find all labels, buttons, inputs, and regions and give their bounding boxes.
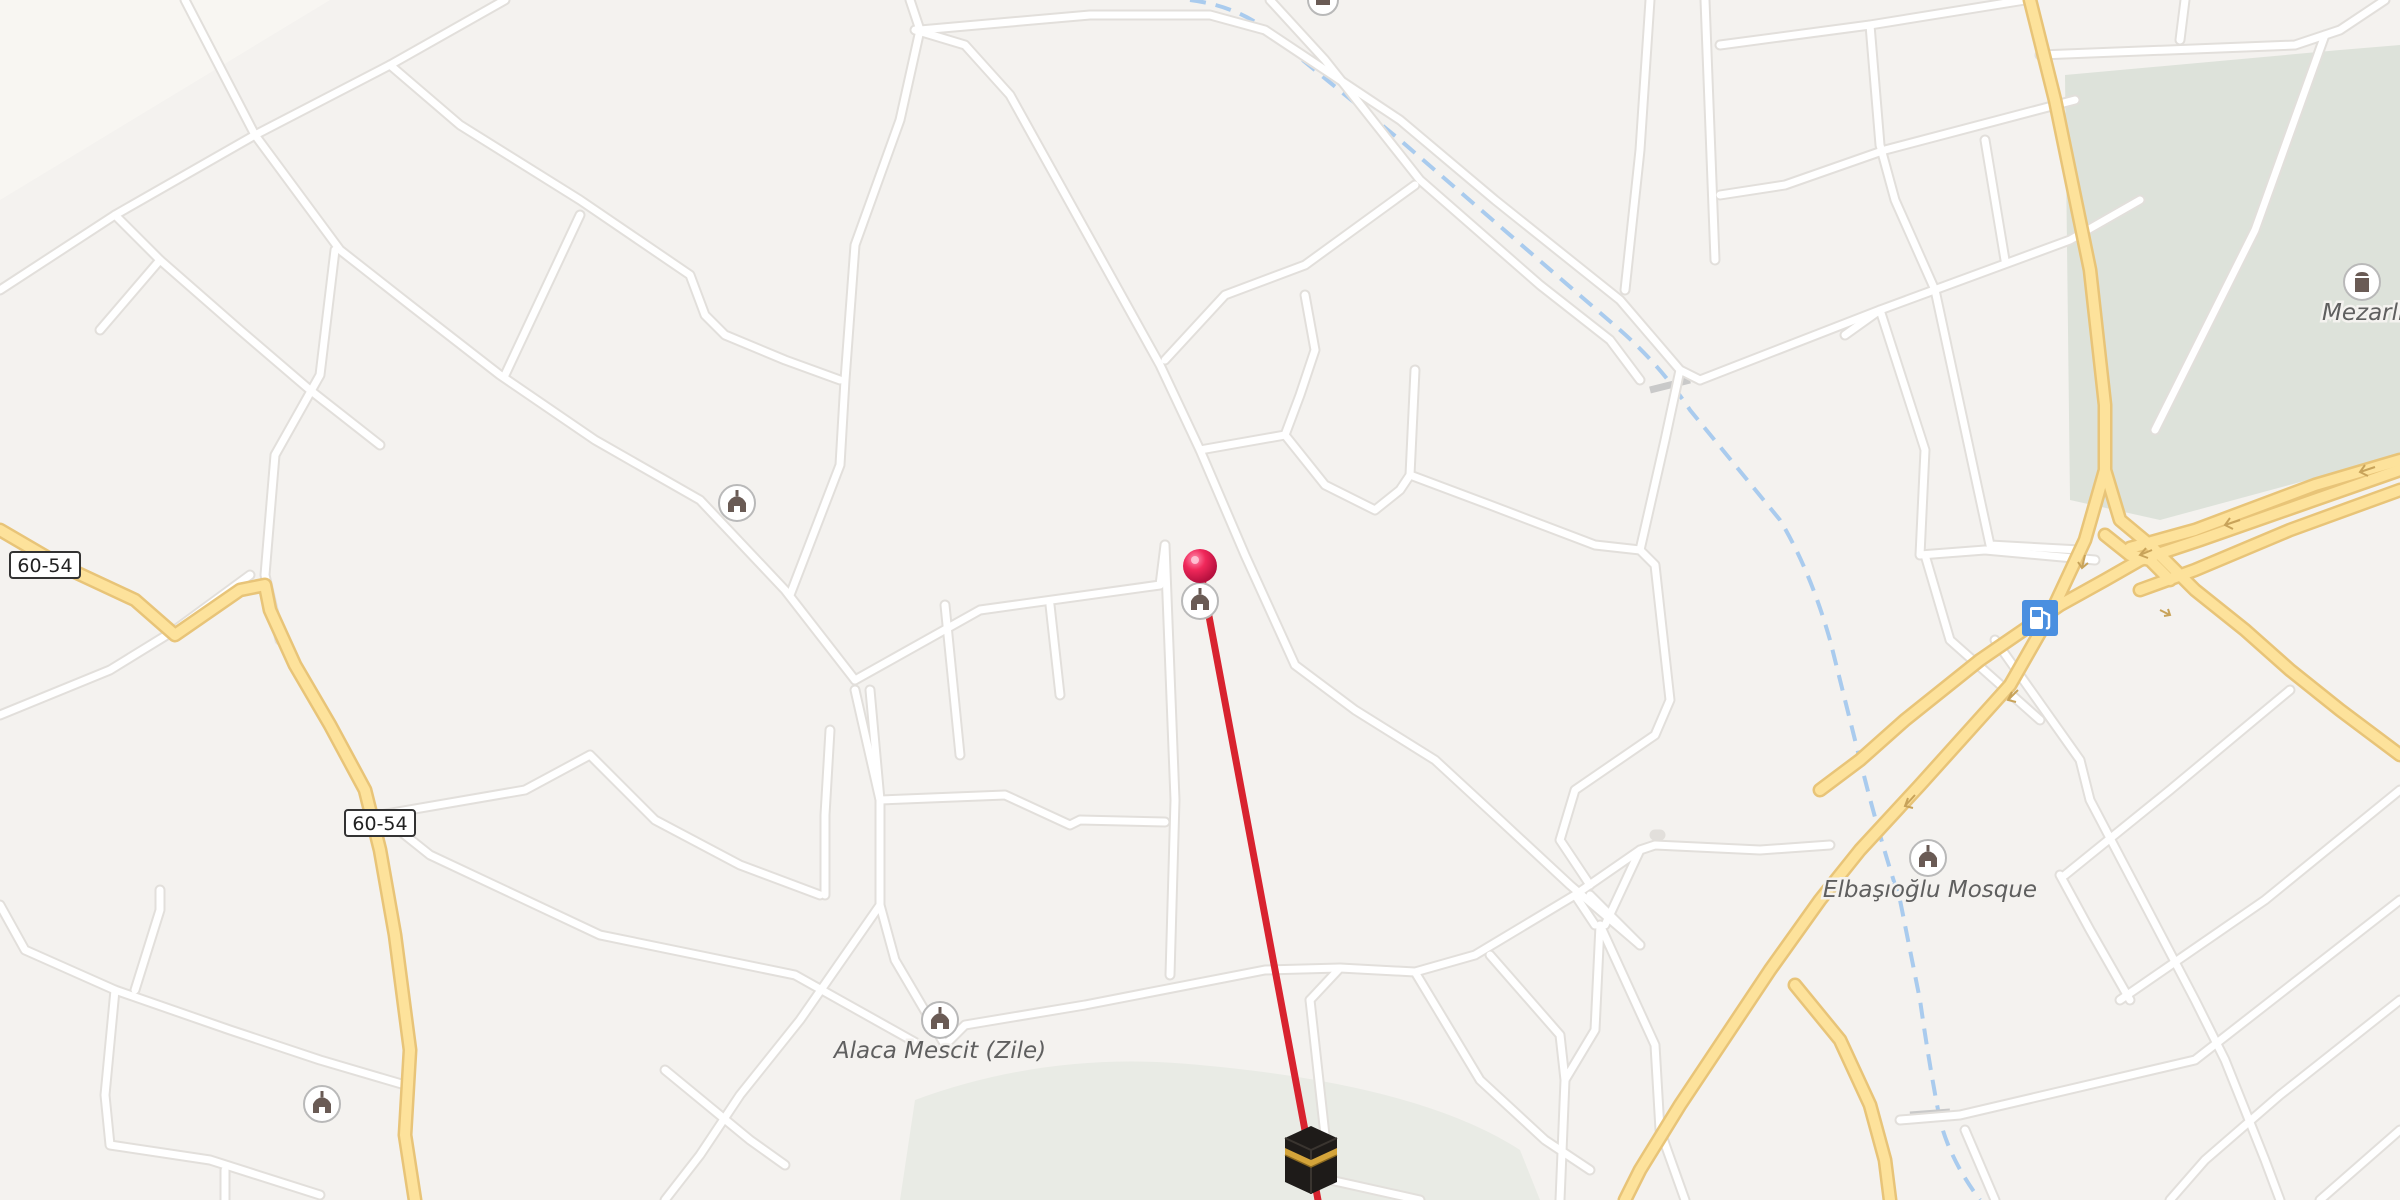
mosque-icon[interactable]: [1181, 582, 1219, 620]
svg-text:60-54: 60-54: [352, 813, 407, 835]
road-shield-60-54-center: 60-54: [344, 809, 416, 837]
fuel-station-icon[interactable]: [2022, 600, 2058, 636]
road-shield-60-54-west: 60-54: [9, 551, 81, 579]
poi-label-alaca-mescit[interactable]: Alaca Mescit (Zile): [829, 1036, 1048, 1067]
mosque-icon[interactable]: [921, 1001, 959, 1039]
mosque-icon[interactable]: [1909, 839, 1947, 877]
mosque-icon[interactable]: [303, 1085, 341, 1123]
kaaba-icon[interactable]: [1284, 1126, 1338, 1194]
cemetery-icon[interactable]: [2343, 263, 2381, 301]
svg-text:60-54: 60-54: [17, 555, 72, 577]
poi-label-mezarlik[interactable]: Mezarlık: [2320, 298, 2400, 329]
map-canvas[interactable]: 60-54 60-54 Alaca Mescit (Zile) Elbaşıoğ…: [0, 0, 2400, 1200]
location-pin[interactable]: [1183, 549, 1217, 583]
poi-label-elbasioglu-mosque[interactable]: Elbaşıoğlu Mosque: [1820, 875, 2039, 906]
mosque-icon[interactable]: [718, 484, 756, 522]
